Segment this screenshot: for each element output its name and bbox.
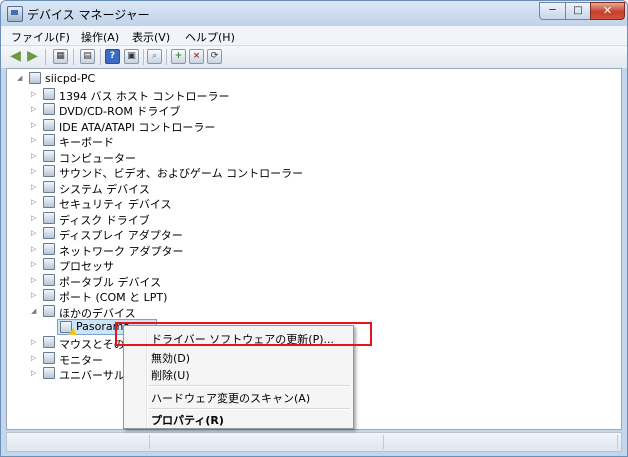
tree-category-label: セキュリティ デバイス	[59, 198, 172, 211]
collapse-icon[interactable]: ◢	[31, 304, 39, 318]
menu-separator	[149, 385, 350, 387]
tree-category-label: ディスプレイ アダプター	[59, 229, 183, 242]
computer-icon	[29, 72, 41, 84]
expand-icon[interactable]: ▷	[31, 180, 39, 194]
update-driver-icon[interactable]: +	[171, 49, 186, 64]
expand-icon[interactable]: ▷	[31, 288, 39, 302]
close-button[interactable]: ✕	[590, 2, 625, 20]
show-hide-tree-icon[interactable]: ▦	[53, 49, 68, 64]
tree-category-label: システム デバイス	[59, 183, 150, 196]
tree-category-label: 1394 バス ホスト コントローラー	[59, 90, 230, 103]
menu-bar: ファイル(F) 操作(A) 表示(V) ヘルプ(H)	[1, 26, 627, 46]
minimize-icon: ─	[549, 5, 556, 16]
toolbar-separator	[73, 49, 74, 65]
menu-disable[interactable]: 無効(D)	[151, 350, 190, 366]
expand-icon[interactable]: ▷	[31, 87, 39, 101]
other-devices-icon	[43, 305, 55, 317]
sound-icon	[43, 165, 55, 177]
monitor-icon	[43, 352, 55, 364]
menu-action[interactable]: 操作(A)	[81, 29, 119, 45]
tree-category-label: プロセッサ	[59, 260, 114, 273]
maximize-button[interactable]: □	[565, 2, 591, 20]
dvd-drive-icon	[43, 103, 55, 115]
tree-category-label: キーボード	[59, 136, 114, 149]
window-title: デバイス マネージャー	[27, 8, 150, 22]
computer-icon	[43, 150, 55, 162]
usb-controller-icon	[43, 367, 55, 379]
maximize-icon: □	[573, 5, 583, 16]
menu-uninstall[interactable]: 削除(U)	[151, 367, 190, 383]
tree-root-label: siicpd-PC	[45, 72, 96, 85]
ide-controller-icon	[43, 119, 55, 131]
security-device-icon	[43, 196, 55, 208]
minimize-button[interactable]: ─	[539, 2, 566, 20]
toolbar-separator	[45, 49, 46, 65]
menu-separator	[149, 408, 350, 410]
tree-category-label: DVD/CD-ROM ドライブ	[59, 105, 181, 118]
expand-icon[interactable]: ▷	[31, 211, 39, 225]
menu-scan-hardware[interactable]: ハードウェア変更のスキャン(A)	[151, 390, 310, 406]
tree-category-label: コンピューター	[59, 152, 136, 165]
properties-icon[interactable]: ▤	[80, 49, 95, 64]
tree-category-label: IDE ATA/ATAPI コントローラー	[59, 121, 216, 134]
status-segment	[153, 435, 384, 449]
system-device-icon	[43, 181, 55, 193]
scan-hardware-icon[interactable]: ⌕	[147, 49, 162, 64]
portable-device-icon	[43, 274, 55, 286]
title-bar[interactable]: デバイス マネージャー ─ □ ✕	[1, 1, 627, 26]
expand-icon[interactable]: ▷	[31, 102, 39, 116]
menu-properties[interactable]: プロパティ(R)	[151, 412, 224, 428]
expand-icon[interactable]: ▷	[31, 273, 39, 287]
toolbar-separator	[100, 49, 101, 65]
expand-icon[interactable]: ▷	[31, 133, 39, 147]
expand-icon[interactable]: ▷	[31, 118, 39, 132]
back-arrow-icon[interactable]: ◀	[8, 49, 23, 64]
tree-category-label: ディスク ドライブ	[59, 214, 150, 227]
tree-category-label: ポータブル デバイス	[59, 276, 162, 289]
close-icon: ✕	[602, 4, 613, 17]
tree-category-label: サウンド、ビデオ、およびゲーム コントローラー	[59, 167, 304, 180]
status-segment	[387, 435, 618, 449]
tree-category-label: ネットワーク アダプター	[59, 245, 184, 258]
mouse-icon	[43, 336, 55, 348]
disk-drive-icon	[43, 212, 55, 224]
bus-controller-icon	[43, 88, 55, 100]
device-manager-icon	[7, 6, 23, 22]
menu-file[interactable]: ファイル(F)	[11, 29, 70, 45]
enable-device-icon[interactable]: ⟳	[207, 49, 222, 64]
expand-icon[interactable]: ▷	[31, 164, 39, 178]
menu-view[interactable]: 表示(V)	[132, 29, 170, 45]
menu-help[interactable]: ヘルプ(H)	[185, 29, 235, 45]
expand-icon[interactable]: ▷	[31, 149, 39, 163]
status-segment	[9, 435, 150, 449]
tree-category-label: ポート (COM と LPT)	[59, 291, 168, 304]
help-icon[interactable]: ?	[105, 49, 120, 64]
highlight-box	[115, 322, 372, 346]
toolbar-separator	[143, 49, 144, 65]
expand-icon[interactable]: ▷	[31, 226, 39, 240]
expand-icon[interactable]: ▷	[31, 257, 39, 271]
expand-icon[interactable]: ▷	[31, 335, 39, 349]
collapse-icon[interactable]: ◢	[17, 71, 25, 85]
network-adapter-icon	[43, 243, 55, 255]
port-icon	[43, 289, 55, 301]
status-bar	[6, 432, 622, 452]
display-adapter-icon	[43, 227, 55, 239]
uninstall-icon[interactable]: ×	[189, 49, 204, 64]
expand-icon[interactable]: ▷	[31, 366, 39, 380]
expand-icon[interactable]: ▷	[31, 195, 39, 209]
processor-icon	[43, 258, 55, 270]
expand-icon[interactable]: ▷	[31, 351, 39, 365]
toolbar-separator	[166, 49, 167, 65]
keyboard-icon	[43, 134, 55, 146]
expand-icon[interactable]: ▷	[31, 242, 39, 256]
forward-arrow-icon[interactable]: ▶	[25, 49, 40, 64]
unknown-device-icon	[60, 321, 77, 335]
toolbar: ◀ ▶ ▦ ▤ ? ▣ ⌕ + × ⟳	[1, 46, 627, 69]
tree-category-label: モニター	[59, 354, 103, 367]
view-icon[interactable]: ▣	[124, 49, 139, 64]
